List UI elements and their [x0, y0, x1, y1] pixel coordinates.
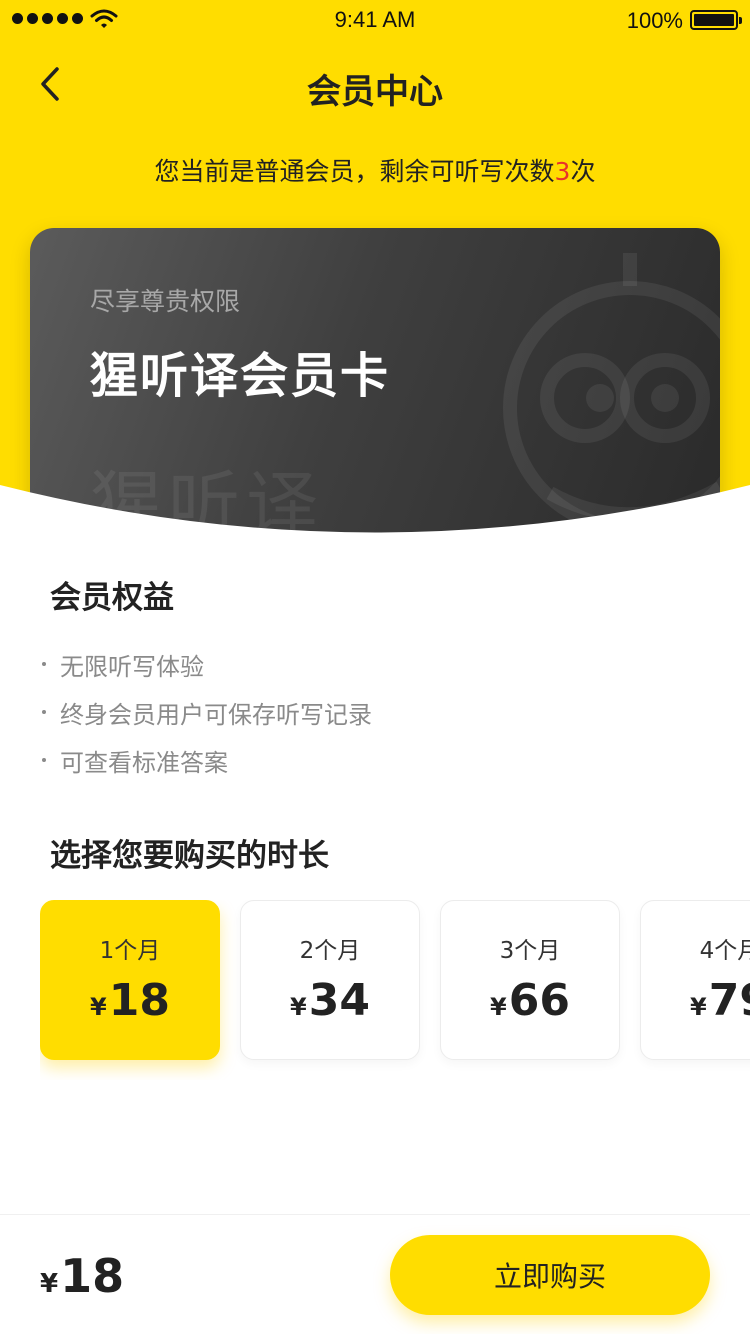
plan-duration: 2个月: [299, 938, 361, 964]
plan-option-2-months[interactable]: 2个月 ¥34: [240, 900, 420, 1060]
benefit-item: 可查看标准答案: [42, 736, 372, 784]
benefit-text: 可查看标准答案: [60, 748, 228, 777]
plan-price: ¥18: [41, 975, 219, 1026]
page-title: 会员中心: [307, 72, 443, 112]
buy-now-button[interactable]: 立即购买: [390, 1235, 710, 1315]
plan-duration: 4个月: [699, 938, 750, 964]
currency-symbol: ¥: [490, 993, 507, 1021]
plan-price: ¥34: [241, 975, 419, 1026]
bullet-icon: [42, 710, 46, 714]
benefit-text: 终身会员用户可保存听写记录: [60, 700, 372, 729]
plan-price: ¥66: [441, 975, 619, 1026]
plan-option-3-months[interactable]: 3个月 ¥66: [440, 900, 620, 1060]
plan-options: 1个月 ¥18 2个月 ¥34 3个月 ¥66 4个月 ¥79: [40, 900, 750, 1080]
total-price-value: 18: [60, 1249, 125, 1303]
bullet-icon: [42, 758, 46, 762]
benefit-item: 终身会员用户可保存听写记录: [42, 688, 372, 736]
member-status-text: 您当前是普通会员，剩余可听写次数3次: [0, 152, 750, 188]
remaining-count: 3: [554, 157, 571, 186]
benefits-heading: 会员权益: [50, 580, 174, 616]
currency-symbol: ¥: [40, 1269, 59, 1299]
checkout-bar: ¥18 立即购买: [0, 1214, 750, 1334]
battery-icon: [690, 10, 742, 30]
plan-price: ¥79: [641, 975, 750, 1026]
currency-symbol: ¥: [90, 993, 107, 1021]
member-status-prefix: 您当前是普通会员，剩余可听写次数: [154, 157, 555, 186]
card-subtitle: 尽享尊贵权限: [90, 287, 241, 316]
benefit-item: 无限听写体验: [42, 640, 372, 688]
status-bar: 9:41 AM 100%: [0, 0, 750, 40]
plan-heading: 选择您要购买的时长: [50, 838, 329, 874]
card-title: 猩听译会员卡: [90, 348, 391, 404]
plan-price-value: 34: [308, 975, 370, 1026]
bullet-icon: [42, 662, 46, 666]
total-price: ¥18: [40, 1249, 124, 1303]
benefit-text: 无限听写体验: [60, 652, 204, 681]
plan-price-value: 66: [508, 975, 570, 1026]
plan-price-value: 18: [108, 975, 170, 1026]
plan-duration: 1个月: [99, 938, 161, 964]
navigation-bar: 会员中心: [0, 40, 750, 128]
plan-price-value: 79: [708, 975, 750, 1026]
plan-duration: 3个月: [499, 938, 561, 964]
plan-option-4-months[interactable]: 4个月 ¥79: [640, 900, 750, 1060]
currency-symbol: ¥: [290, 993, 307, 1021]
member-status-suffix: 次: [570, 157, 596, 186]
battery-percentage: 100%: [626, 8, 683, 33]
plan-option-1-month[interactable]: 1个月 ¥18: [40, 900, 220, 1060]
currency-symbol: ¥: [690, 993, 707, 1021]
benefits-list: 无限听写体验 终身会员用户可保存听写记录 可查看标准答案: [42, 640, 372, 784]
